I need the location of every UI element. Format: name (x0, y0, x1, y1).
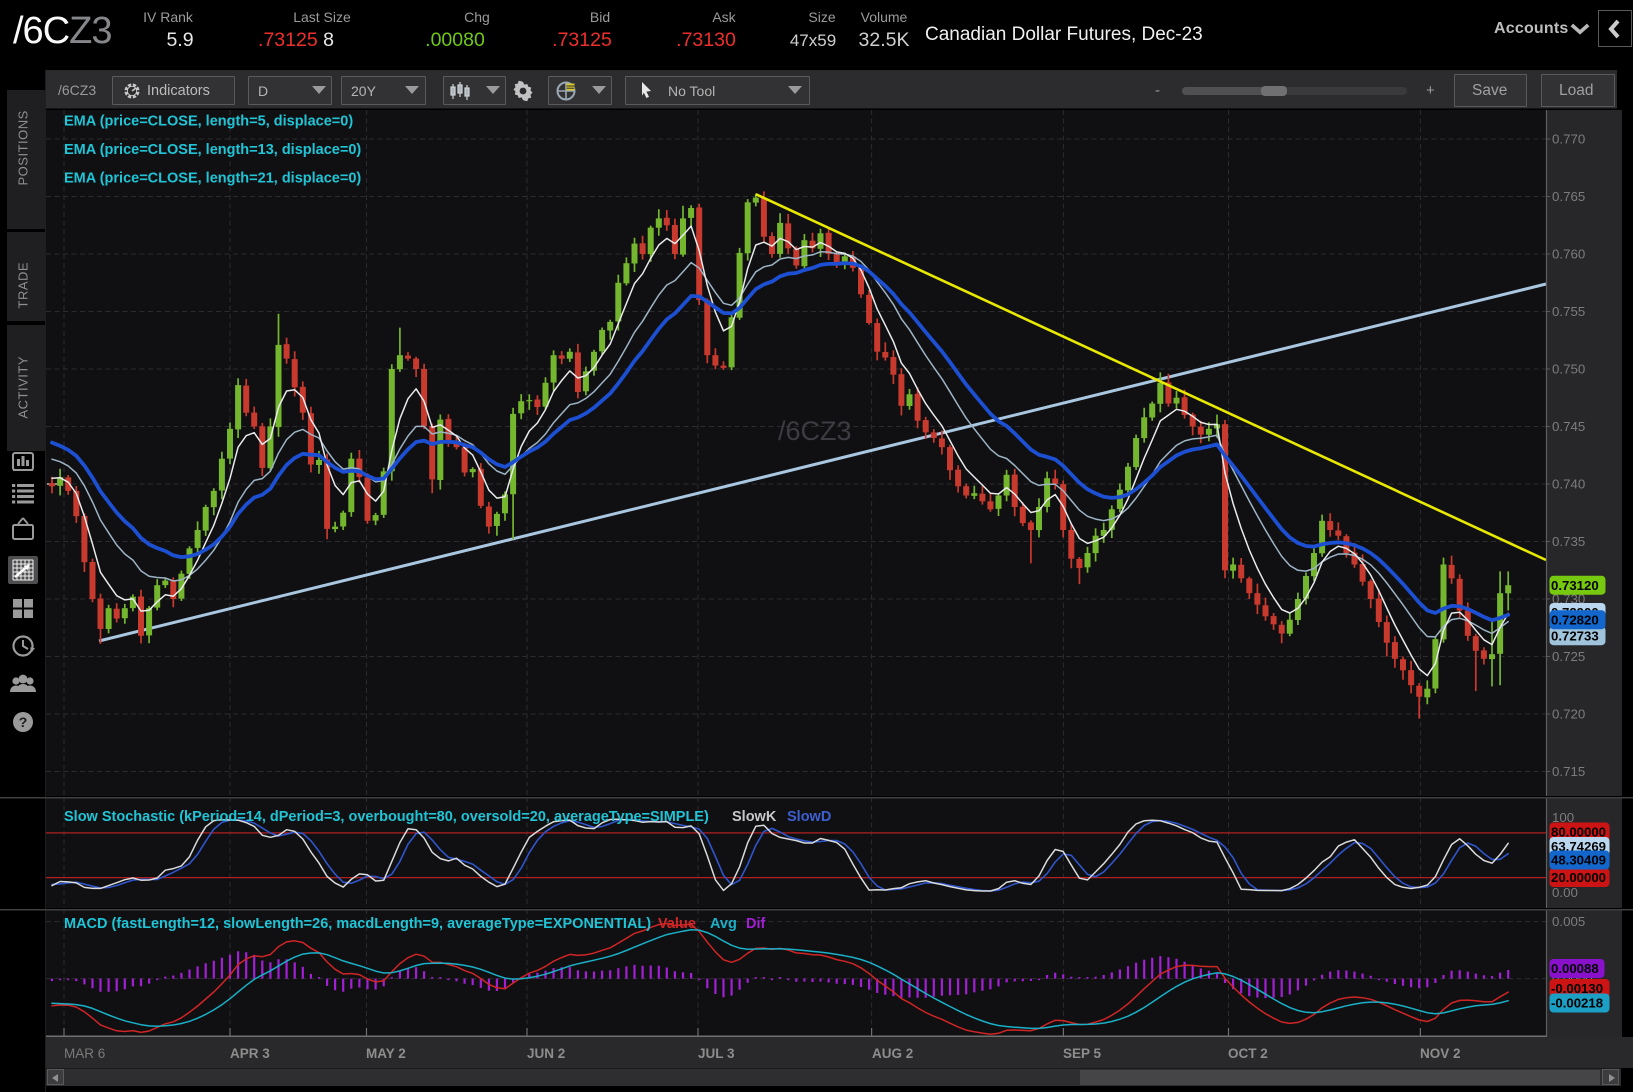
svg-text:Dif: Dif (746, 916, 766, 932)
svg-text:0.72733: 0.72733 (1551, 628, 1599, 643)
svg-text:0.00088: 0.00088 (1551, 961, 1599, 976)
svg-text:0.740: 0.740 (1552, 477, 1585, 492)
svg-text:MACD (fastLength=12, slowLengt: MACD (fastLength=12, slowLength=26, macd… (64, 916, 651, 932)
svg-text:Slow Stochastic (kPeriod=14, d: Slow Stochastic (kPeriod=14, dPeriod=3, … (64, 809, 709, 825)
svg-text:0.755: 0.755 (1552, 304, 1585, 319)
svg-text:SlowD: SlowD (787, 809, 831, 825)
svg-text:EMA (price=CLOSE, length=21, d: EMA (price=CLOSE, length=21, displace=0) (64, 171, 361, 187)
svg-text:EMA (price=CLOSE, length=5, di: EMA (price=CLOSE, length=5, displace=0) (64, 114, 353, 130)
svg-text:0.72820: 0.72820 (1551, 612, 1599, 627)
svg-text:48.30409: 48.30409 (1551, 853, 1606, 868)
svg-text:SlowK: SlowK (732, 809, 777, 825)
svg-text:EMA (price=CLOSE, length=13, d: EMA (price=CLOSE, length=13, displace=0) (64, 142, 361, 158)
svg-text:-0.00218: -0.00218 (1551, 996, 1603, 1011)
svg-text:0.715: 0.715 (1552, 764, 1585, 779)
svg-text:0.745: 0.745 (1552, 419, 1585, 434)
svg-text:0.73120: 0.73120 (1551, 578, 1599, 593)
svg-text:20.00000: 20.00000 (1551, 870, 1606, 885)
svg-text:Avg: Avg (710, 916, 737, 932)
svg-text:0.725: 0.725 (1552, 649, 1585, 664)
svg-text:0.005: 0.005 (1552, 914, 1585, 929)
svg-text:0.760: 0.760 (1552, 247, 1585, 262)
svg-text:0.750: 0.750 (1552, 362, 1585, 377)
svg-text:0.765: 0.765 (1552, 189, 1585, 204)
svg-text:0.770: 0.770 (1552, 132, 1585, 147)
svg-text:0.720: 0.720 (1552, 707, 1585, 722)
svg-text:/6CZ3: /6CZ3 (778, 416, 852, 446)
svg-text:0.00: 0.00 (1552, 885, 1578, 900)
svg-text:Value: Value (658, 916, 696, 932)
svg-text:0.735: 0.735 (1552, 534, 1585, 549)
